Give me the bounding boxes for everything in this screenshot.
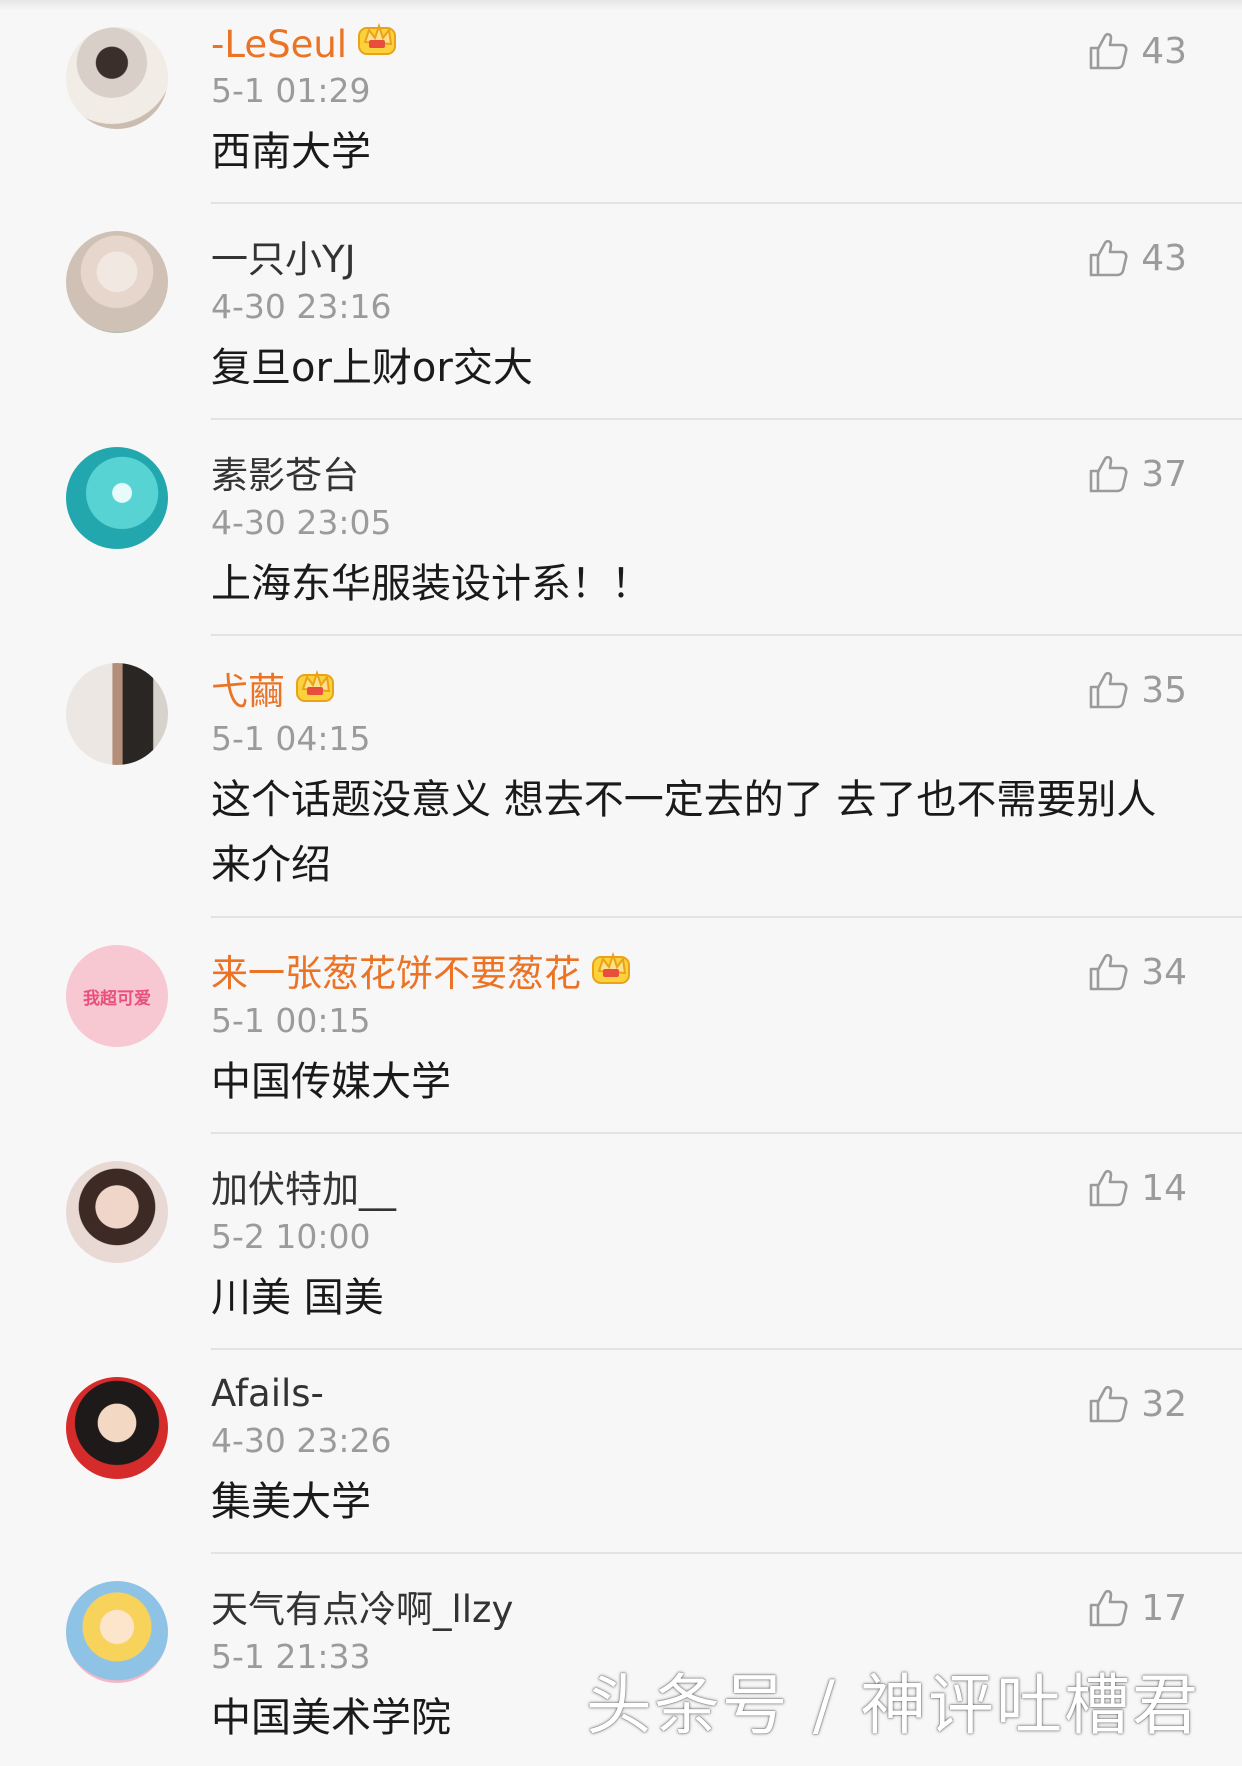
username-text: 素影苍台 xyxy=(211,454,359,497)
like-button[interactable]: 43 xyxy=(1087,30,1187,72)
username[interactable]: Afails- xyxy=(211,1371,324,1417)
avatar[interactable] xyxy=(66,27,168,129)
username[interactable]: -LeSeul xyxy=(211,20,399,73)
like-count: 14 xyxy=(1141,1167,1187,1209)
watermark: 头条号 / 神评吐槽君 xyxy=(585,1667,1200,1744)
username-text: Afails- xyxy=(211,1372,324,1415)
timestamp: 5-1 04:15 xyxy=(211,719,371,758)
comment-text: 集美大学 xyxy=(211,1479,371,1525)
thumbs-up-icon xyxy=(1089,455,1128,493)
timestamp: 4-30 23:16 xyxy=(211,287,392,326)
comment-text: 中国传媒大学 xyxy=(211,1059,451,1105)
timestamp: 5-2 10:00 xyxy=(211,1217,371,1256)
like-button[interactable]: 32 xyxy=(1087,1383,1187,1425)
like-count: 34 xyxy=(1141,951,1187,993)
timestamp: 5-1 01:29 xyxy=(211,71,371,110)
comment-text: 上海东华服装设计系！！ xyxy=(211,561,651,607)
comment-text: 这个话题没意义 想去不一定去的了 去了也不需要别人来介绍 xyxy=(211,777,1157,888)
thumbs-up-icon xyxy=(1089,1589,1128,1627)
comment-text: 川美 国美 xyxy=(211,1275,384,1321)
divider xyxy=(211,418,1242,420)
avatar[interactable] xyxy=(66,1377,168,1479)
username-text: 加伏特加__ xyxy=(211,1168,396,1211)
divider xyxy=(211,1552,1242,1554)
like-button[interactable]: 17 xyxy=(1087,1587,1187,1629)
divider xyxy=(211,1132,1242,1134)
thumbs-up-icon xyxy=(1089,32,1128,70)
divider xyxy=(211,202,1242,204)
username[interactable]: 素影苍台 xyxy=(211,453,359,499)
username-text: 一只小YJ xyxy=(211,238,356,281)
username-text: -LeSeul xyxy=(211,23,348,66)
avatar[interactable] xyxy=(66,447,168,549)
timestamp: 4-30 23:26 xyxy=(211,1421,392,1460)
avatar[interactable] xyxy=(66,663,168,765)
comment-text: 西南大学 xyxy=(211,129,371,175)
thumbs-up-icon xyxy=(1089,671,1128,709)
username-text: 弋繭 xyxy=(211,670,285,713)
username-text: 来一张葱花饼不要葱花 xyxy=(211,952,581,995)
like-count: 43 xyxy=(1141,30,1187,72)
top-shadow xyxy=(0,0,1242,10)
timestamp: 5-1 00:15 xyxy=(211,1001,371,1040)
crown-icon xyxy=(355,16,399,69)
like-button[interactable]: 37 xyxy=(1087,453,1187,495)
avatar[interactable] xyxy=(66,231,168,333)
divider xyxy=(211,916,1242,918)
avatar[interactable]: 我超可爱 xyxy=(66,945,168,1047)
username[interactable]: 加伏特加__ xyxy=(211,1167,396,1213)
username-text: 天气有点冷啊_llzy xyxy=(211,1588,514,1631)
divider xyxy=(211,1348,1242,1350)
like-button[interactable]: 14 xyxy=(1087,1167,1187,1209)
divider xyxy=(211,634,1242,636)
like-count: 37 xyxy=(1141,453,1187,495)
thumbs-up-icon xyxy=(1089,953,1128,991)
timestamp: 4-30 23:05 xyxy=(211,503,392,542)
thumbs-up-icon xyxy=(1089,239,1128,277)
thumbs-up-icon xyxy=(1089,1385,1128,1423)
like-button[interactable]: 34 xyxy=(1087,951,1187,993)
like-count: 35 xyxy=(1141,669,1187,711)
avatar[interactable] xyxy=(66,1581,168,1683)
like-count: 43 xyxy=(1141,237,1187,279)
username[interactable]: 弋繭 xyxy=(211,667,337,720)
timestamp: 5-1 21:33 xyxy=(211,1637,371,1676)
like-count: 17 xyxy=(1141,1587,1187,1629)
crown-icon xyxy=(589,945,633,998)
username[interactable]: 一只小YJ xyxy=(211,237,356,283)
thumbs-up-icon xyxy=(1089,1169,1128,1207)
avatar[interactable] xyxy=(66,1161,168,1263)
like-count: 32 xyxy=(1141,1383,1187,1425)
crown-icon xyxy=(293,663,337,716)
username[interactable]: 来一张葱花饼不要葱花 xyxy=(211,949,633,1002)
like-button[interactable]: 35 xyxy=(1087,669,1187,711)
comment-text: 复旦or上财or交大 xyxy=(211,345,533,391)
like-button[interactable]: 43 xyxy=(1087,237,1187,279)
username[interactable]: 天气有点冷啊_llzy xyxy=(211,1587,513,1633)
avatar-text: 我超可爱 xyxy=(83,988,151,1009)
